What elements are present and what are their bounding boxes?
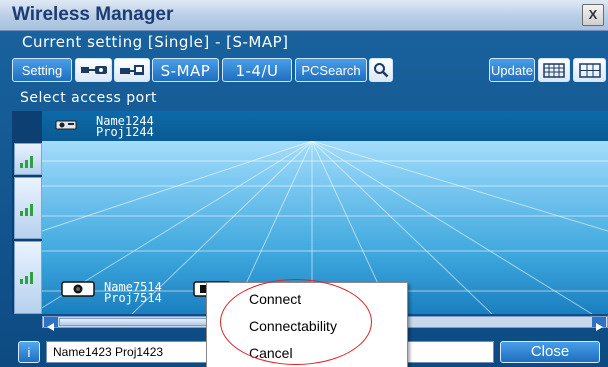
page-indicator-button[interactable]: 1-4/U [222,58,292,82]
projector-icon [61,281,95,297]
grid-view-icon [578,63,601,78]
title-bar: Wireless Manager X [0,0,608,31]
menu-item-connectability[interactable]: Connectability [249,318,337,334]
menu-item-connect[interactable]: Connect [249,291,301,307]
signal-level-1[interactable] [14,143,42,175]
device-1244-proj: Proj1244 [96,125,154,139]
scroll-left-button[interactable] [44,317,58,331]
device-1244[interactable] [54,117,78,137]
context-menu: Connect Connectability Cancel [206,282,408,367]
arrow-left-icon [47,323,54,331]
search-button[interactable] [369,58,393,82]
setting-button[interactable]: Setting [12,58,72,82]
scroll-thumb[interactable] [59,318,209,326]
window-title: Wireless Manager [12,4,174,25]
projector-icon [55,120,77,130]
keyboard-view-button[interactable] [538,58,570,82]
signal-level-2[interactable] [14,177,42,239]
projector-connect-button[interactable] [75,58,112,82]
current-setting-text: Current setting [Single] - [S-MAP] [22,33,289,51]
menu-item-cancel[interactable]: Cancel [249,345,293,361]
pcsearch-button[interactable]: PCSearch [295,58,367,82]
signal-strength-icon [20,204,33,216]
info-button[interactable]: i [18,341,40,363]
device-7514-proj: Proj7514 [104,291,162,305]
smap-button[interactable]: S-MAP [152,58,219,82]
scroll-right-button[interactable] [592,317,606,331]
device-7514[interactable] [60,279,96,303]
close-button[interactable]: Close [500,341,600,363]
keyboard-view-icon [543,63,565,78]
select-access-port-label: Select access port [20,90,157,106]
signal-level-3[interactable] [14,241,42,314]
signal-strength-icon [20,272,33,284]
projector-connect-icon [80,66,107,74]
signal-strength-icon [20,156,33,168]
window-close-button[interactable]: X [582,4,604,26]
update-button[interactable]: Update [489,58,535,82]
toolbar: Setting S-MAP 1-4/U PCSearch Update [12,58,608,84]
arrow-right-icon [596,323,603,331]
grid-view-button[interactable] [573,58,606,82]
wireless-manager-window: Wireless Manager X Current setting [Sing… [0,0,608,367]
network-connect-icon [120,65,144,75]
search-icon [374,63,389,78]
network-connect-button[interactable] [114,58,150,82]
